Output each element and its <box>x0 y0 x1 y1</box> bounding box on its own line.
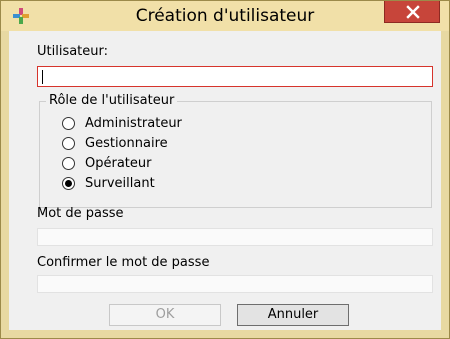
cancel-button[interactable]: Annuler <box>237 304 349 326</box>
close-button[interactable] <box>384 1 440 23</box>
text-caret <box>42 70 43 84</box>
radio-button-selected[interactable] <box>62 176 75 190</box>
role-option-surveillant[interactable]: Surveillant <box>62 173 155 193</box>
role-option-administrateur[interactable]: Administrateur <box>62 113 182 133</box>
password-label: Mot de passe <box>37 206 124 221</box>
radio-button[interactable] <box>62 136 75 150</box>
radio-button[interactable] <box>62 116 75 130</box>
role-option-gestionnaire[interactable]: Gestionnaire <box>62 133 168 153</box>
radio-button[interactable] <box>62 156 75 170</box>
user-creation-dialog: Création d'utilisateur Utilisateur: Rôle… <box>0 0 450 339</box>
role-label: Surveillant <box>85 175 155 191</box>
password-input[interactable] <box>37 228 433 246</box>
role-label: Opérateur <box>85 155 152 171</box>
dialog-body: Utilisateur: Rôle de l'utilisateur Admin… <box>9 31 441 330</box>
role-groupbox: Rôle de l'utilisateur Administrateur Ges… <box>39 93 432 208</box>
role-option-operateur[interactable]: Opérateur <box>62 153 151 173</box>
user-input[interactable] <box>37 66 433 87</box>
role-group-label: Rôle de l'utilisateur <box>46 93 178 108</box>
confirm-password-label: Confirmer le mot de passe <box>37 255 210 270</box>
window-title: Création d'utilisateur <box>135 6 315 26</box>
close-icon <box>406 5 420 19</box>
role-label: Administrateur <box>85 115 182 131</box>
title-bar[interactable]: Création d'utilisateur <box>1 1 449 31</box>
radio-selected-dot <box>65 179 72 187</box>
confirm-password-input[interactable] <box>37 275 433 293</box>
ok-button[interactable]: OK <box>109 304 221 326</box>
role-label: Gestionnaire <box>85 135 168 151</box>
user-label: Utilisateur: <box>37 44 109 59</box>
window-frame-bottom <box>1 330 449 338</box>
